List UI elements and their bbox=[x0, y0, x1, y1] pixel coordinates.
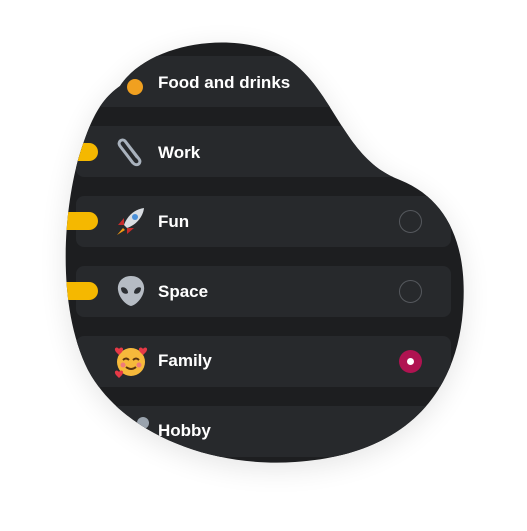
space-radio-button[interactable] bbox=[399, 280, 422, 303]
list-item-label: Family bbox=[158, 351, 212, 370]
smiling-face-with-hearts-icon bbox=[113, 343, 149, 379]
list-item-label: Food and drinks bbox=[158, 73, 291, 92]
alien-icon bbox=[113, 273, 149, 309]
tag-marker bbox=[66, 282, 98, 300]
paperclip-icon bbox=[113, 133, 149, 169]
list-item-label: Space bbox=[158, 282, 209, 301]
list-item-label: Fun bbox=[158, 212, 190, 231]
list-item-label: Work bbox=[158, 143, 201, 162]
tag-marker bbox=[66, 212, 98, 230]
rocket-icon bbox=[113, 203, 149, 239]
family-radio-button[interactable] bbox=[399, 350, 422, 373]
list-item-label: Hobby bbox=[158, 421, 211, 440]
fun-radio-button[interactable] bbox=[399, 210, 422, 233]
